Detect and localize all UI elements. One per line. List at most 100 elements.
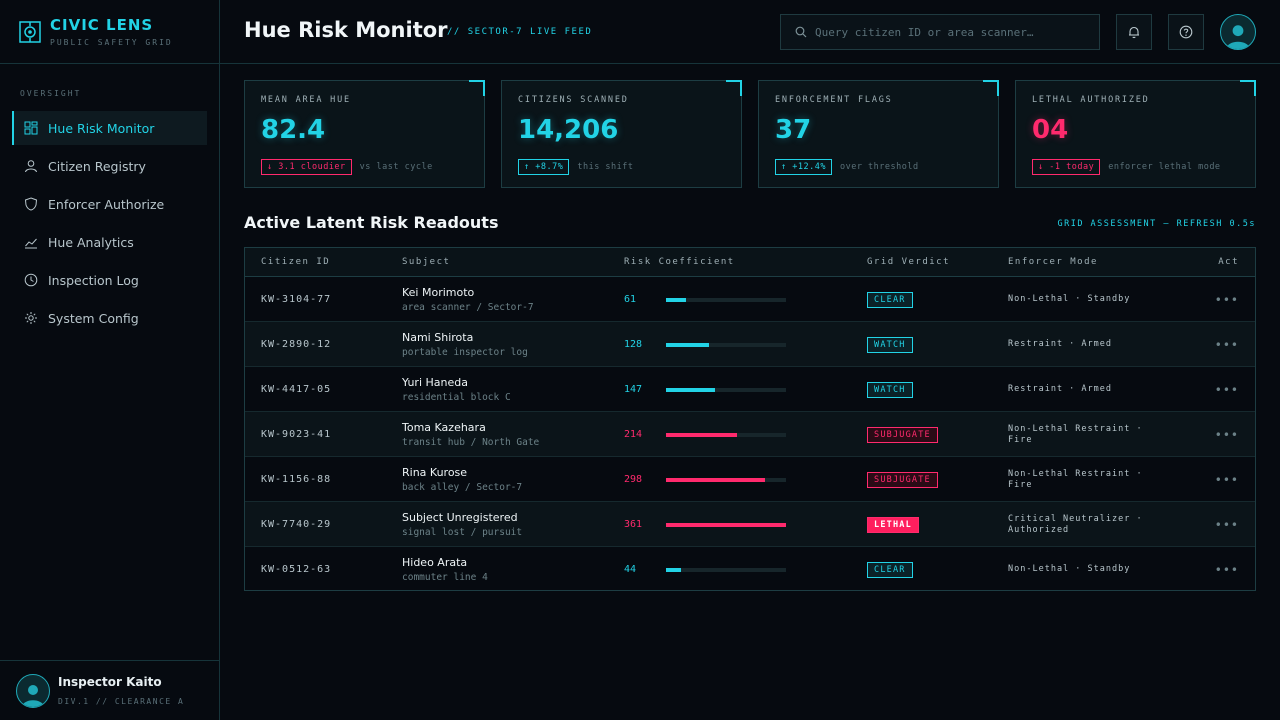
risk-bar bbox=[666, 342, 786, 347]
arrow-up-icon: ↑ bbox=[524, 162, 536, 172]
enforcer-mode: Non-Lethal · Standby bbox=[1008, 294, 1131, 304]
table-row[interactable]: KW-0512-63 Hideo Arata commuter line 4 44 CL… bbox=[245, 547, 1255, 592]
risk-bar-fill bbox=[666, 477, 766, 482]
kpi-value: 37 bbox=[775, 115, 812, 145]
table-row[interactable]: KW-3104-77 Kei Morimoto area scanner / Sec… bbox=[245, 277, 1255, 322]
subject-cell: Toma Kazehara transit hub / North Gate bbox=[402, 412, 539, 457]
sidebar-nav: Hue Risk Monitor Citizen Registry Enforc… bbox=[12, 111, 207, 339]
enforcer-mode: Non-Lethal Restraint · Fire bbox=[1008, 468, 1143, 490]
more-actions-icon[interactable]: ••• bbox=[1215, 563, 1239, 577]
kpi-label: MEAN AREA HUE bbox=[261, 95, 351, 105]
citizen-id: KW-9023-41 bbox=[261, 429, 332, 440]
help-button[interactable] bbox=[1168, 14, 1204, 50]
column-header-citizen-id[interactable]: Citizen ID bbox=[261, 257, 330, 267]
search-input[interactable] bbox=[815, 25, 1085, 39]
sidebar-item-enforcer-authorize[interactable]: Enforcer Authorize bbox=[12, 187, 207, 221]
sidebar: CIVIC LENS PUBLIC SAFETY GRID OVERSIGHT … bbox=[0, 0, 220, 720]
enforcer-mode-cell: Non-Lethal · Standby bbox=[1008, 547, 1168, 592]
risk-bar bbox=[666, 432, 786, 437]
risk-cell: 44 bbox=[624, 547, 786, 592]
kpi-label: CITIZENS SCANNED bbox=[518, 95, 629, 105]
sidebar-item-inspection-log[interactable]: Inspection Log bbox=[12, 263, 207, 297]
risk-cell: 128 bbox=[624, 322, 786, 367]
search-box[interactable] bbox=[780, 14, 1100, 50]
act-cell: ••• bbox=[1215, 277, 1239, 322]
kpi-card-mean-area-hue: MEAN AREA HUE 82.4 ↓ 3.1 cloudier vs las… bbox=[244, 80, 485, 188]
enforcer-mode: Non-Lethal Restraint · Fire bbox=[1008, 423, 1143, 445]
column-header-enforcer-mode[interactable]: Enforcer Mode bbox=[1008, 257, 1098, 267]
sidebar-item-hue-analytics[interactable]: Hue Analytics bbox=[12, 225, 207, 259]
subject-location: commuter line 4 bbox=[402, 572, 488, 583]
dashboard-icon bbox=[24, 121, 38, 135]
sidebar-item-label: Enforcer Authorize bbox=[48, 196, 165, 212]
subject-cell: Kei Morimoto area scanner / Sector-7 bbox=[402, 277, 534, 322]
sidebar-item-label: Citizen Registry bbox=[48, 158, 146, 174]
risk-value: 298 bbox=[624, 474, 643, 485]
kpi-delta: +8.7% bbox=[535, 162, 564, 172]
risk-cell: 61 bbox=[624, 277, 786, 322]
more-actions-icon[interactable]: ••• bbox=[1215, 383, 1239, 397]
citizen-id: KW-2890-12 bbox=[261, 339, 332, 350]
risk-bar-fill bbox=[666, 342, 709, 347]
enforcer-mode: Restraint · Armed bbox=[1008, 384, 1112, 394]
kpi-delta-badge: ↓ 3.1 cloudier bbox=[261, 159, 352, 175]
table-row[interactable]: KW-2890-12 Nami Shirota portable inspector… bbox=[245, 322, 1255, 367]
risk-cell: 361 bbox=[624, 502, 786, 547]
profile-avatar-button[interactable] bbox=[1220, 14, 1256, 50]
sidebar-item-label: System Config bbox=[48, 310, 139, 326]
citizen-id: KW-1156-88 bbox=[261, 474, 332, 485]
verdict-cell: WATCH bbox=[867, 322, 913, 367]
verdict-badge: SUBJUGATE bbox=[867, 471, 938, 488]
act-cell: ••• bbox=[1215, 502, 1239, 547]
current-user[interactable]: Inspector Kaito DIV.1 // CLEARANCE A bbox=[0, 660, 219, 720]
sidebar-item-system-config[interactable]: System Config bbox=[12, 301, 207, 335]
clock-icon bbox=[24, 273, 38, 287]
subject-cell: Yuri Haneda residential block C bbox=[402, 367, 511, 412]
table-row[interactable]: KW-9023-41 Toma Kazehara transit hub / Nor… bbox=[245, 412, 1255, 457]
kpi-card-lethal-authorized: LETHAL AUTHORIZED 04 ↓ -1 today enforcer… bbox=[1015, 80, 1256, 188]
brand-subtitle: PUBLIC SAFETY GRID bbox=[50, 38, 173, 47]
more-actions-icon[interactable]: ••• bbox=[1215, 473, 1239, 487]
user-icon bbox=[24, 159, 38, 173]
subject-name: Toma Kazehara bbox=[402, 421, 486, 434]
avatar bbox=[16, 673, 50, 708]
column-header-subject[interactable]: Subject bbox=[402, 257, 450, 267]
sidebar-item-hue-risk-monitor[interactable]: Hue Risk Monitor bbox=[12, 111, 207, 145]
risk-readouts-table: Citizen ID Subject Risk Coefficient Grid… bbox=[244, 247, 1256, 591]
sidebar-item-citizen-registry[interactable]: Citizen Registry bbox=[12, 149, 207, 183]
more-actions-icon[interactable]: ••• bbox=[1215, 293, 1239, 307]
enforcer-mode: Non-Lethal · Standby bbox=[1008, 564, 1131, 574]
brand-title: CIVIC LENS bbox=[50, 16, 154, 34]
citizen-id: KW-7740-29 bbox=[261, 519, 332, 530]
page-title: Hue Risk Monitor bbox=[244, 18, 448, 42]
enforcer-mode-cell: Restraint · Armed bbox=[1008, 322, 1168, 367]
risk-value: 361 bbox=[624, 519, 643, 530]
subject-name: Yuri Haneda bbox=[402, 376, 468, 389]
table-row[interactable]: KW-4417-05 Yuri Haneda residential block C… bbox=[245, 367, 1255, 412]
table-row[interactable]: KW-7740-29 Subject Unregistered signal los… bbox=[245, 502, 1255, 547]
subject-name: Nami Shirota bbox=[402, 331, 474, 344]
act-cell: ••• bbox=[1215, 367, 1239, 412]
column-header-risk[interactable]: Risk Coefficient bbox=[624, 257, 735, 267]
verdict-cell: SUBJUGATE bbox=[867, 412, 938, 457]
table-row[interactable]: KW-1156-88 Rina Kurose back alley / Sector… bbox=[245, 457, 1255, 502]
notifications-button[interactable] bbox=[1116, 14, 1152, 50]
brand[interactable]: CIVIC LENS PUBLIC SAFETY GRID bbox=[0, 0, 219, 64]
more-actions-icon[interactable]: ••• bbox=[1215, 428, 1239, 442]
risk-bar bbox=[666, 522, 786, 527]
kpi-delta: 3.1 cloudier bbox=[278, 162, 346, 172]
column-header-verdict[interactable]: Grid Verdict bbox=[867, 257, 950, 267]
risk-bar-fill bbox=[666, 522, 786, 527]
risk-cell: 147 bbox=[624, 367, 786, 412]
verdict-badge: CLEAR bbox=[867, 291, 913, 308]
more-actions-icon[interactable]: ••• bbox=[1215, 518, 1239, 532]
gear-icon bbox=[24, 311, 38, 325]
sidebar-item-label: Inspection Log bbox=[48, 272, 139, 288]
top-header: Hue Risk Monitor // SECTOR-7 LIVE FEED bbox=[220, 0, 1280, 64]
enforcer-mode-cell: Non-Lethal Restraint · Fire bbox=[1008, 457, 1168, 502]
risk-value: 44 bbox=[624, 564, 637, 575]
risk-cell: 298 bbox=[624, 457, 786, 502]
verdict-badge: WATCH bbox=[867, 336, 913, 353]
arrow-down-icon: ↓ bbox=[267, 162, 279, 172]
more-actions-icon[interactable]: ••• bbox=[1215, 338, 1239, 352]
